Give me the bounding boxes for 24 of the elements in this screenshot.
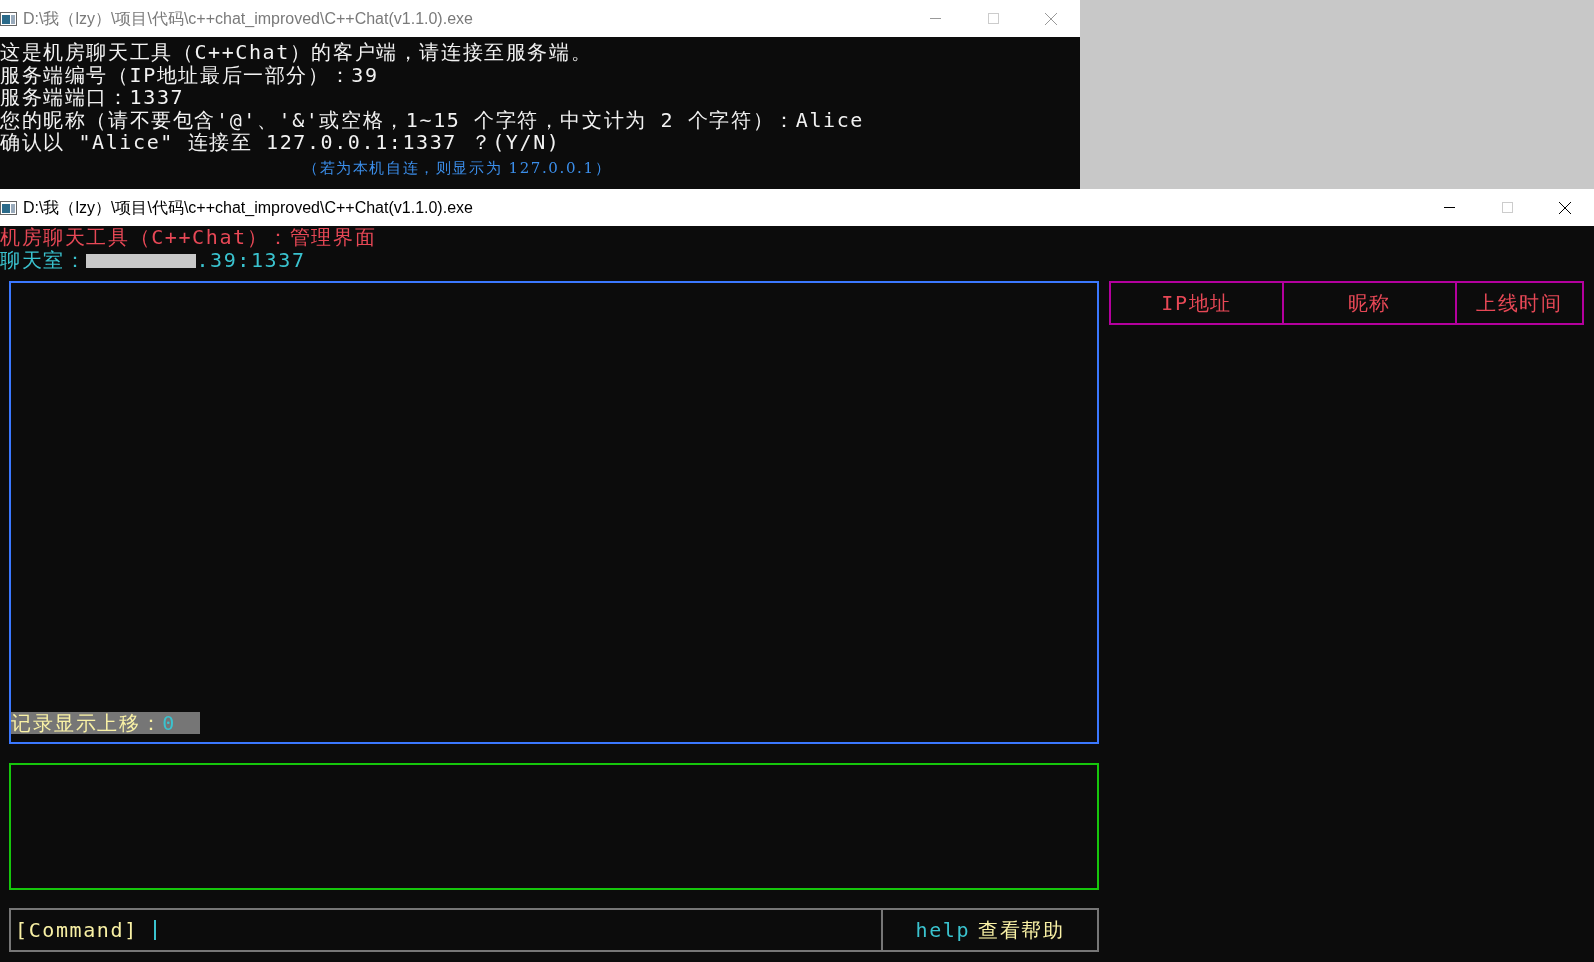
help-text: 查看帮助: [978, 918, 1065, 942]
window-title: D:\我（lzy）\项目\代码\c++chat_improved\C++Chat(v1.1.0).exe: [22, 8, 474, 29]
console-line: 这是机房聊天工具（C++Chat）的客户端，请连接至服务端。: [0, 41, 594, 64]
window-title: D:\我（lzy）\项目\代码\c++chat_improved\C++Chat(v1.1.0).exe: [22, 197, 474, 218]
help-command: help: [915, 918, 971, 942]
input-field[interactable]: [9, 763, 1099, 890]
close-icon[interactable]: [1559, 201, 1571, 214]
scroll-offset-value: 0: [162, 711, 177, 734]
column-header: 上线时间: [1475, 289, 1564, 317]
scroll-offset-label: 记录显示上移：: [11, 711, 163, 734]
console-heading: 机房聊天工具（C++Chat）：管理界面: [0, 226, 378, 249]
room-address: .39:1337: [196, 247, 306, 272]
console-note: （若为本机自连，则显示为 127.0.0.1）: [302, 157, 613, 179]
text-cursor: [153, 920, 156, 940]
console-line: 服务端编号（IP地址最后一部分）：39: [0, 63, 380, 86]
console-line: 您的昵称（请不要包含'@'、'&'或空格，1~15 个字符，中文计为 2 个字符）：Alice: [0, 108, 865, 131]
console-line: 确认以 "Alice" 连接至 127.0.0.1:1337 ？(Y/N): [0, 131, 562, 154]
command-prompt: [Command]: [15, 918, 138, 942]
column-header: IP地址: [1111, 283, 1284, 323]
column-header: 昵称: [1284, 283, 1457, 323]
room-label: 聊天室：: [0, 247, 87, 272]
maximize-icon[interactable]: [1501, 202, 1513, 213]
console-line: 服务端端口：1337: [0, 86, 186, 109]
maximize-icon[interactable]: [987, 13, 999, 24]
